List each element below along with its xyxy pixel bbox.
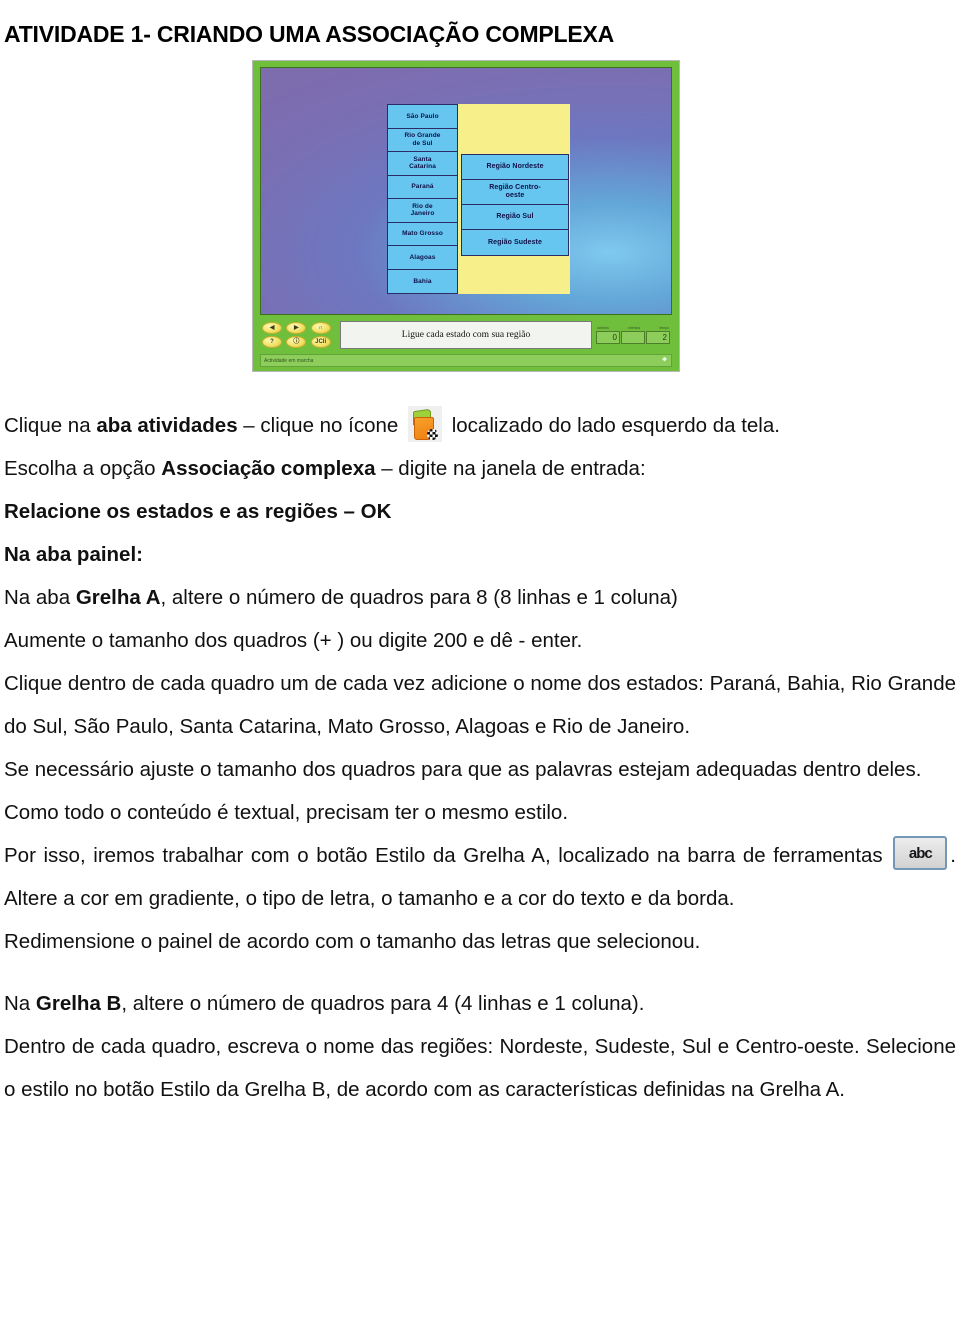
paragraph-13: Dentro de cada quadro, escreva o nome da… [4, 1035, 956, 1101]
p12-bold-grelha-b: Grelha B [35, 992, 122, 1015]
paragraph-8: Se necessário ajuste o tamanho dos quadr… [4, 758, 922, 781]
next-activity-button[interactable]: ▶ [286, 321, 307, 334]
status-indicator-icon: ⬥ [662, 356, 667, 363]
p2-text-c: – digite na janela de entrada: [375, 457, 646, 480]
grid-cell[interactable]: São Paulo [388, 105, 457, 129]
jclic-button-cluster: ◀ ▶ ∩ ? ⓘ JCli [260, 321, 334, 348]
p1-text-c: – clique no ícone [237, 414, 405, 437]
p1-text-a: Clique na [4, 414, 97, 437]
grid-cell[interactable]: Santa Catarina [388, 152, 457, 176]
p5-text-c: , altere o número de quadros para 8 (8 l… [160, 586, 678, 609]
counter-label-hits: aciertos [597, 325, 609, 330]
help-button[interactable]: ? [262, 335, 282, 348]
grid-cell[interactable]: Região Sudeste [462, 230, 568, 255]
paragraph-2: Escolha a opção Associação complexa – di… [4, 447, 956, 490]
audio-button[interactable]: ∩ [310, 321, 331, 334]
grid-cell[interactable]: Rio Grande de Sul [388, 128, 457, 152]
p5-text-a: Na aba [4, 586, 76, 609]
paragraph-10: Por isso, iremos trabalhar com o botão E… [4, 834, 956, 920]
counter-hits: 0 [596, 330, 620, 344]
document-page: ATIVIDADE 1- CRIANDO UMA ASSOCIAÇÃO COMP… [0, 0, 960, 1318]
jclic-activity-board: São Paulo Rio Grande de Sul Santa Catari… [260, 67, 672, 315]
p2-bold-associacao-complexa: Associação complexa [161, 457, 376, 480]
paragraph-6: Aumente o tamanho dos quadros (+ ) ou di… [4, 629, 583, 652]
paragraph-1: Clique na aba atividades – clique no íco… [4, 404, 956, 447]
p1-bold-aba-atividades: aba atividades [96, 414, 238, 437]
counter-label-time: tempo [659, 325, 670, 330]
p5-bold-grelha-a: Grelha A [75, 586, 161, 609]
grid-cell[interactable]: Região Nordeste [462, 155, 568, 180]
icon-checker-marker [427, 429, 439, 440]
grelha-b-grid: Região Nordeste Região Centro- oeste Reg… [461, 154, 569, 256]
grid-cell[interactable]: Alagoas [388, 246, 457, 270]
grelha-a-grid: São Paulo Rio Grande de Sul Santa Catari… [387, 104, 458, 294]
p2-text-a: Escolha a opção [4, 457, 162, 480]
document-body: Clique na aba atividades – clique no íco… [4, 404, 956, 1111]
grid-cell[interactable]: Mato Grosso [388, 222, 457, 246]
paragraph-4: Na aba painel: [4, 543, 143, 566]
jclic-activities-icon [408, 406, 443, 442]
info-button[interactable]: ⓘ [286, 335, 307, 348]
activity-message-box: Ligue cada estado com sua região [340, 320, 592, 349]
grid-cell[interactable]: Paraná [388, 175, 457, 199]
counter-attempts [621, 330, 645, 344]
jclic-player-window: São Paulo Rio Grande de Sul Santa Catari… [252, 60, 680, 372]
paragraph-12: Na Grelha B, altere o número de quadros … [4, 982, 956, 1025]
p1-text-d: localizado do lado esquerdo da tela. [446, 414, 780, 437]
abc-icon-label: abc [908, 844, 933, 862]
status-text: Actividade em marcha [264, 357, 314, 364]
jclic-logo-button[interactable]: JCli [310, 335, 331, 348]
counter-boxes: 0 2 [596, 330, 670, 344]
counter-time: 2 [646, 330, 670, 344]
jclic-screenshot-figure: São Paulo Rio Grande de Sul Santa Catari… [252, 60, 680, 372]
paragraph-7: Clique dentro de cada quadro um de cada … [4, 672, 956, 738]
grid-cell[interactable]: Região Sul [462, 205, 568, 230]
paragraph-5: Na aba Grelha A, altere o número de quad… [4, 576, 956, 619]
paragraph-11: Redimensione o painel de acordo com o ta… [4, 930, 701, 953]
page-title: ATIVIDADE 1- CRIANDO UMA ASSOCIAÇÃO COMP… [4, 21, 615, 48]
p12-text-a: Na [4, 992, 36, 1015]
counter-label-attempts: intentos [628, 325, 641, 330]
counters-area: aciertos intentos tempo 0 2 [596, 326, 672, 344]
jclic-bottom-bar: ◀ ▶ ∩ ? ⓘ JCli Ligue cada estado com sua… [260, 315, 672, 351]
paragraph-9: Como todo o conteúdo é textual, precisam… [4, 801, 569, 824]
grid-cell[interactable]: Região Centro- oeste [462, 180, 568, 205]
jclic-status-bar: Actividade em marcha ⬥ [260, 354, 672, 367]
paragraph-3: Relacione os estados e as regiões – OK [4, 500, 392, 523]
grid-cell[interactable]: Bahia [388, 269, 457, 293]
p10-text-a: Por isso, iremos trabalhar com o botão E… [4, 844, 891, 867]
p12-text-c: , altere o número de quadros para 4 (4 l… [121, 992, 645, 1015]
style-abc-button-icon[interactable]: abc [893, 836, 948, 870]
grid-cell[interactable]: Rio de Janeiro [388, 199, 457, 223]
previous-activity-button[interactable]: ◀ [262, 321, 282, 334]
